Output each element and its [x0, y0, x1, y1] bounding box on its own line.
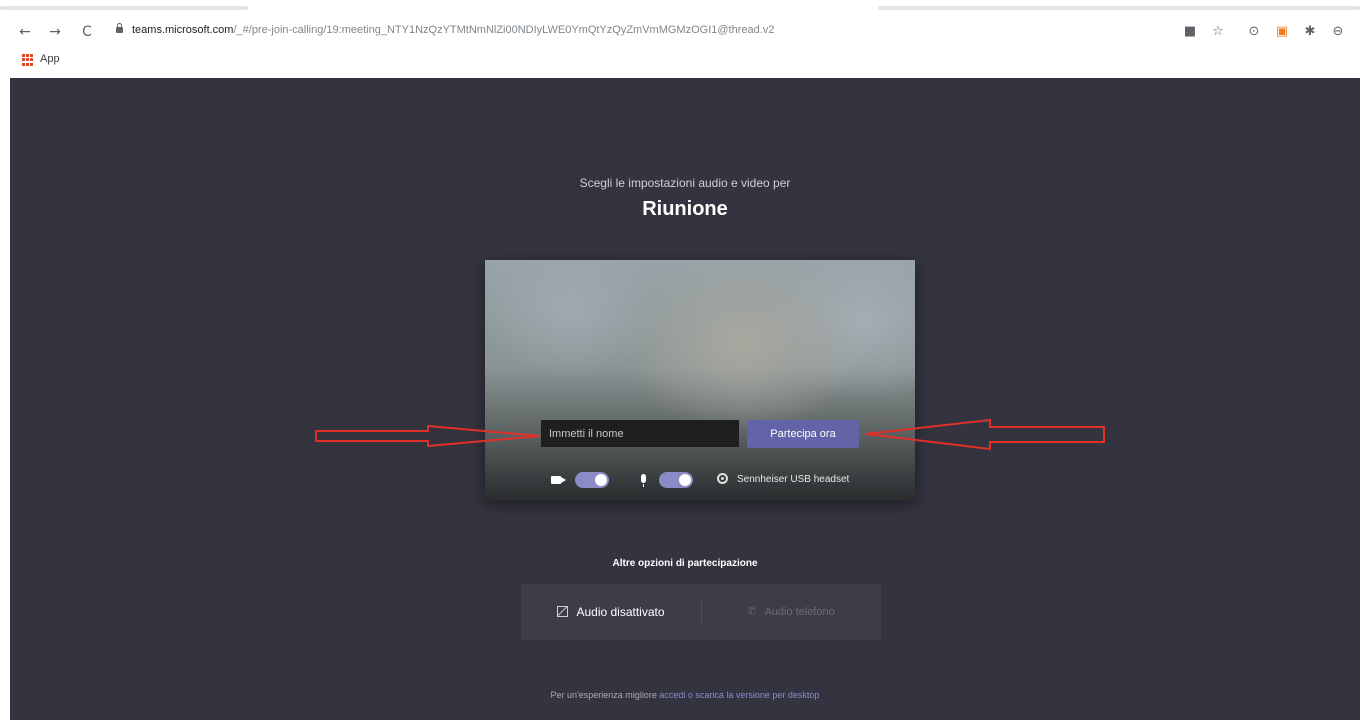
reload-icon[interactable]: C	[76, 21, 98, 43]
join-now-button[interactable]: Partecipa ora	[747, 420, 859, 448]
address-bar[interactable]: teams.microsoft.com/_#/pre-join-calling/…	[108, 21, 1168, 43]
tab-strip-edge	[0, 6, 248, 10]
audio-off-label: Audio disattivato	[576, 605, 665, 619]
microphone-icon	[641, 474, 646, 487]
video-preview: Partecipa ora Sennheiser USB headset	[485, 260, 915, 500]
bookmark-star-icon[interactable]: ☆	[1208, 21, 1228, 43]
cast-icon[interactable]: ■	[1180, 21, 1200, 43]
extension-icon[interactable]: ⊙	[1244, 21, 1264, 43]
phone-audio-option[interactable]: ✆ Audio telefono	[701, 584, 881, 640]
footer-text: Per un'esperienza migliore	[550, 690, 657, 700]
back-icon[interactable]: ←	[14, 21, 36, 43]
puzzle-icon[interactable]: ✱	[1300, 21, 1320, 43]
phone-audio-label: Audio telefono	[764, 606, 835, 618]
page-subtitle: Scegli le impostazioni audio e video per	[579, 176, 791, 190]
teams-prejoin-page: Scegli le impostazioni audio e video per…	[10, 78, 1360, 720]
other-options-heading: Altre opzioni di partecipazione	[612, 558, 758, 569]
device-settings-icon[interactable]	[717, 473, 728, 484]
tab-strip-edge	[878, 6, 1360, 10]
lock-icon	[116, 23, 123, 33]
profile-icon[interactable]: ⊖	[1328, 21, 1348, 43]
join-options-panel: Audio disattivato ✆ Audio telefono	[521, 584, 881, 640]
device-settings-label[interactable]: Sennheiser USB headset	[737, 474, 849, 485]
bookmarks-bar: App	[0, 48, 1360, 72]
forward-icon[interactable]: →	[44, 21, 66, 43]
camera-icon	[551, 476, 566, 484]
footer-hint: Per un'esperienza migliore accedi o scar…	[10, 690, 1360, 700]
toggle-knob	[679, 474, 691, 486]
phone-icon: ✆	[747, 605, 757, 618]
name-input[interactable]	[541, 420, 739, 448]
browser-toolbar: ← → C teams.microsoft.com/_#/pre-join-ca…	[0, 18, 1360, 46]
camera-toggle[interactable]	[575, 472, 609, 488]
speaker-off-icon	[557, 606, 569, 617]
page-title: Riunione	[642, 198, 728, 220]
url-path: /_#/pre-join-calling/19:meeting_NTY1NzQz…	[233, 24, 775, 36]
audio-off-option[interactable]: Audio disattivato	[521, 584, 701, 640]
desktop-link[interactable]: accedi o scarica la versione per desktop	[659, 690, 819, 700]
av-controls: Sennheiser USB headset	[485, 466, 915, 496]
tab-strip	[0, 0, 1360, 12]
url-text: teams.microsoft.com/_#/pre-join-calling/…	[132, 24, 774, 36]
extension-icon[interactable]: ▣	[1272, 21, 1292, 43]
apps-grid-icon[interactable]	[22, 54, 34, 66]
toggle-knob	[595, 474, 607, 486]
apps-bookmark[interactable]: App	[40, 53, 60, 65]
microphone-toggle[interactable]	[659, 472, 693, 488]
url-host: teams.microsoft.com	[132, 24, 234, 36]
